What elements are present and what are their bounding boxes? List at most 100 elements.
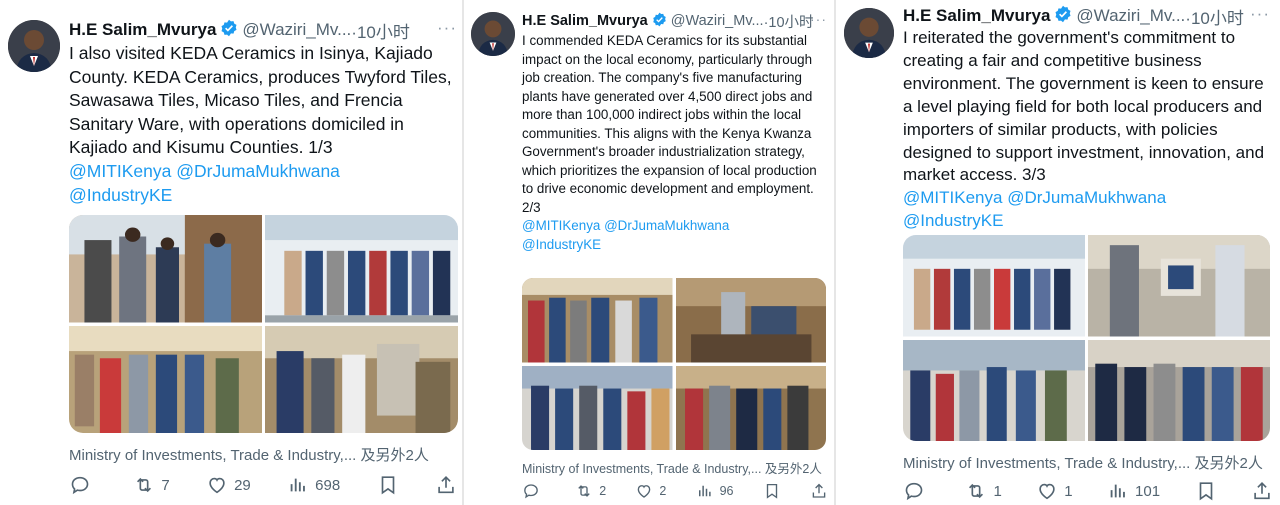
tweet-text-block: I commended KEDA Ceramics for its substa…: [522, 32, 828, 254]
tweet-time[interactable]: ·10小时: [351, 18, 410, 43]
heart-icon: [1036, 480, 1058, 502]
retweet-button[interactable]: 7: [133, 474, 170, 496]
tagged-accounts[interactable]: Ministry of Investments, Trade & Industr…: [903, 452, 1263, 473]
bookmark-button[interactable]: [1195, 480, 1217, 502]
mention-link[interactable]: @DrJumaMukhwana: [1007, 188, 1166, 207]
mention-link[interactable]: @IndustryKE: [903, 211, 1003, 230]
like-count: 1: [1064, 482, 1073, 500]
retweet-count: 1: [993, 482, 1002, 500]
author-handle[interactable]: @Waziri_Mv...: [671, 13, 764, 29]
like-button[interactable]: 2: [635, 482, 666, 500]
views-count: 101: [1135, 482, 1161, 500]
mention-link[interactable]: @MITIKenya: [903, 188, 1002, 207]
mentions: @MITIKenya @DrJumaMukhwana @IndustryKE: [903, 188, 1166, 230]
media-photo[interactable]: [675, 365, 826, 450]
heart-icon: [206, 474, 228, 496]
reply-button[interactable]: [69, 474, 97, 496]
verified-badge-icon: [220, 19, 238, 42]
mention-link[interactable]: @DrJumaMukhwana: [604, 218, 729, 233]
reply-button[interactable]: [522, 482, 546, 500]
like-button[interactable]: 1: [1036, 480, 1073, 502]
retweet-button[interactable]: 1: [965, 480, 1002, 502]
author-handle[interactable]: @Waziri_Mv...: [242, 20, 351, 40]
avatar[interactable]: [844, 8, 894, 58]
media-photo[interactable]: [522, 365, 673, 450]
author-handle[interactable]: @Waziri_Mv...: [1076, 6, 1185, 26]
media-photo[interactable]: [675, 278, 826, 363]
tweet-card[interactable]: H.E Salim_Mvurya @Waziri_Mv... ·10小时 ···…: [464, 0, 834, 505]
more-options-icon[interactable]: ···: [810, 11, 827, 27]
tweet-text: I also visited KEDA Ceramics in Isinya, …: [69, 43, 452, 158]
tweet-time[interactable]: ·10小时: [764, 11, 814, 32]
retweet-icon: [575, 482, 593, 500]
views-chart-icon: [287, 474, 309, 496]
verified-badge-icon: [652, 12, 667, 31]
media-photo[interactable]: [265, 325, 458, 433]
heart-icon: [635, 482, 653, 500]
views-button[interactable]: 101: [1107, 480, 1160, 502]
share-icon: [1251, 480, 1273, 502]
tweet-header: H.E Salim_Mvurya @Waziri_Mv... ·10小时: [522, 11, 814, 32]
mention-link[interactable]: @IndustryKE: [69, 185, 172, 205]
bookmark-button[interactable]: [763, 482, 781, 500]
avatar[interactable]: [8, 20, 60, 72]
tweet-card[interactable]: H.E Salim_Mvurya @Waziri_Mv... ·10小时 ···…: [0, 0, 462, 505]
media-photo[interactable]: [1088, 339, 1270, 441]
tweet-time[interactable]: ·10小时: [1185, 4, 1244, 29]
like-count: 2: [659, 484, 667, 498]
reply-icon: [522, 482, 540, 500]
media-grid: [522, 278, 826, 450]
mention-link[interactable]: @MITIKenya: [69, 161, 171, 181]
verified-badge-icon: [1054, 5, 1072, 28]
media-grid: [903, 235, 1270, 441]
share-button[interactable]: [435, 474, 457, 496]
more-options-icon[interactable]: ···: [437, 18, 457, 38]
retweet-icon: [133, 474, 155, 496]
media-photo[interactable]: [69, 215, 262, 323]
share-button[interactable]: [810, 482, 828, 500]
media-photo[interactable]: [265, 215, 458, 323]
views-count: 698: [315, 476, 341, 494]
media-grid: [69, 215, 458, 433]
tagged-accounts[interactable]: Ministry of Investments, Trade & Industr…: [69, 444, 429, 465]
media-photo[interactable]: [69, 325, 262, 433]
media-photo[interactable]: [1088, 235, 1270, 337]
author-name[interactable]: H.E Salim_Mvurya: [69, 20, 216, 40]
views-button[interactable]: 96: [696, 482, 734, 500]
mentions: @MITIKenya @DrJumaMukhwana @IndustryKE: [522, 218, 729, 252]
share-icon: [435, 474, 457, 496]
author-name[interactable]: H.E Salim_Mvurya: [522, 13, 648, 29]
media-photo[interactable]: [903, 339, 1085, 441]
tweet-header: H.E Salim_Mvurya @Waziri_Mv... ·10小时: [69, 18, 410, 43]
bookmark-button[interactable]: [377, 474, 399, 496]
bookmark-icon: [1195, 480, 1217, 502]
tweet-text-block: I reiterated the government's commitment…: [903, 27, 1275, 233]
mention-link[interactable]: @IndustryKE: [522, 237, 601, 252]
retweet-count: 7: [161, 476, 170, 494]
views-chart-icon: [1107, 480, 1129, 502]
retweet-count: 2: [599, 484, 607, 498]
share-button[interactable]: [1251, 480, 1273, 502]
avatar[interactable]: [471, 12, 515, 56]
views-button[interactable]: 698: [287, 474, 340, 496]
action-bar: 1 1 101: [903, 480, 1273, 502]
author-name[interactable]: H.E Salim_Mvurya: [903, 6, 1050, 26]
reply-icon: [69, 474, 91, 496]
views-count: 96: [719, 484, 734, 498]
retweet-button[interactable]: 2: [575, 482, 606, 500]
tagged-accounts[interactable]: Ministry of Investments, Trade & Industr…: [522, 458, 822, 477]
share-icon: [810, 482, 828, 500]
like-button[interactable]: 29: [206, 474, 251, 496]
tweet-text-block: I also visited KEDA Ceramics in Isinya, …: [69, 42, 454, 207]
tweet-card[interactable]: H.E Salim_Mvurya @Waziri_Mv... ·10小时 ···…: [836, 0, 1280, 505]
media-photo[interactable]: [903, 235, 1085, 337]
media-photo[interactable]: [522, 278, 673, 363]
reply-button[interactable]: [903, 480, 931, 502]
mention-link[interactable]: @MITIKenya: [522, 218, 600, 233]
mention-link[interactable]: @DrJumaMukhwana: [176, 161, 340, 181]
tweet-header: H.E Salim_Mvurya @Waziri_Mv... ·10小时: [903, 4, 1244, 29]
more-options-icon[interactable]: ···: [1250, 4, 1270, 24]
bookmark-icon: [377, 474, 399, 496]
reply-icon: [903, 480, 925, 502]
bookmark-icon: [763, 482, 781, 500]
